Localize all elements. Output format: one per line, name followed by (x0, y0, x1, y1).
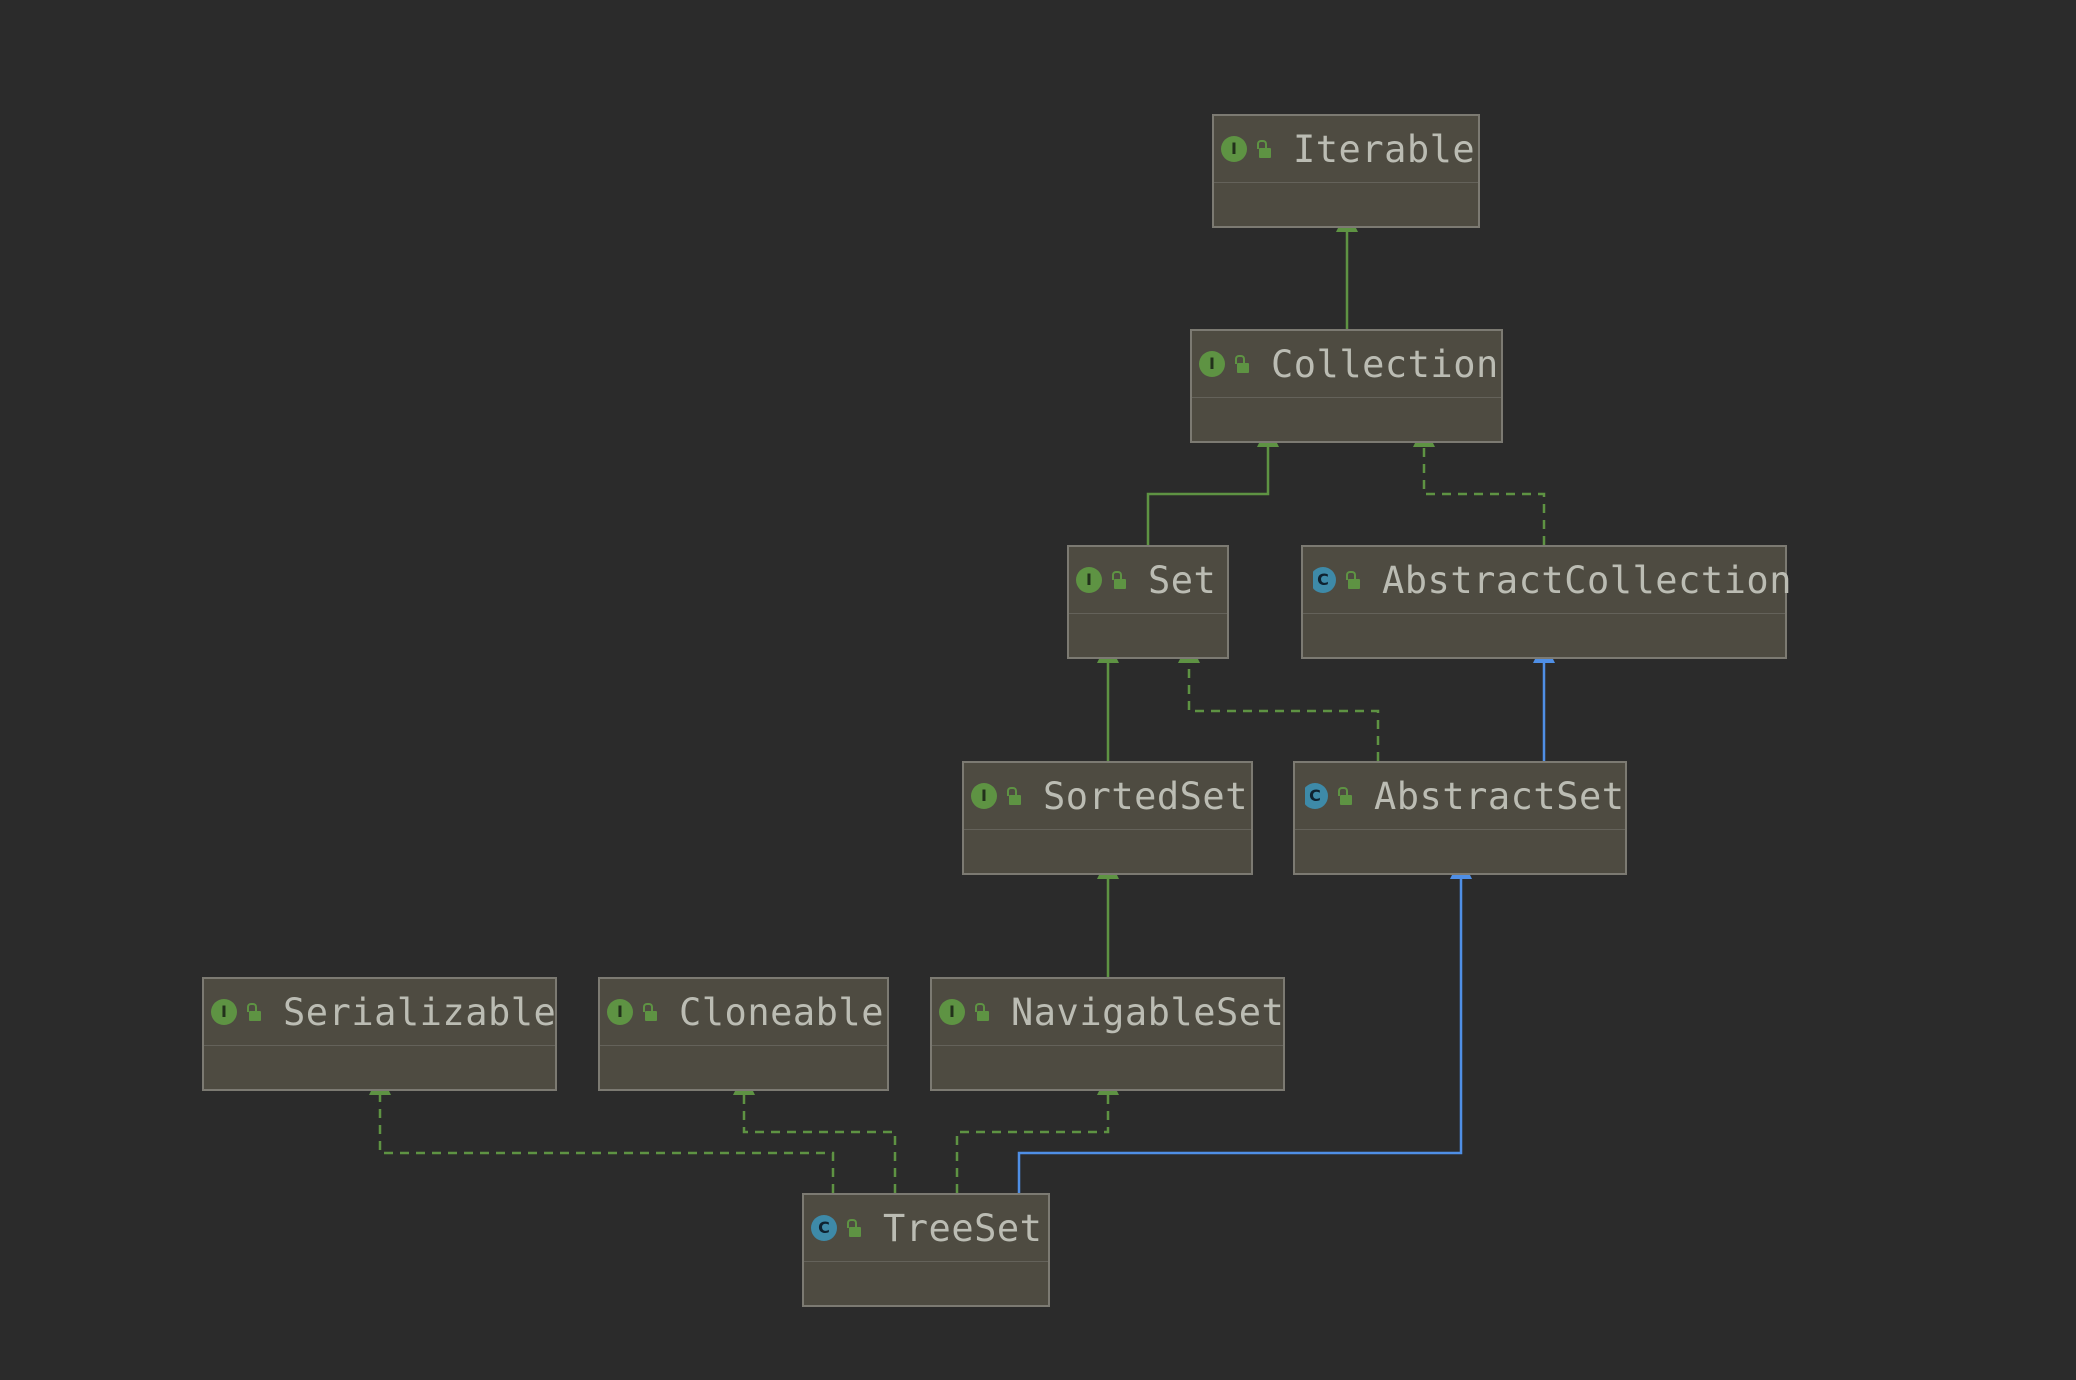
node-name: Serializable (283, 990, 557, 1034)
public-lock-icon (1233, 354, 1251, 374)
node-header: I NavigableSet (932, 979, 1285, 1046)
edge-treeset-to-cloneable (733, 1073, 897, 1193)
node-cloneable[interactable]: I Cloneable (598, 977, 889, 1091)
node-name: Collection (1271, 342, 1499, 386)
node-iterable[interactable]: I Iterable (1212, 114, 1480, 228)
edge-sortedset-to-set (1097, 641, 1119, 761)
node-header: I Set (1069, 547, 1227, 614)
node-header: I Collection (1192, 331, 1501, 398)
edge-line (1422, 447, 1546, 545)
node-abstractcollection[interactable]: C AbstractCollection (1301, 545, 1791, 659)
node-abstractset[interactable]: C AbstractSet (1293, 761, 1627, 875)
interface-icon: I (211, 999, 237, 1025)
node-header: C AbstractCollection (1303, 547, 1791, 614)
class-icon: C (811, 1215, 837, 1241)
node-name: AbstractSet (1374, 774, 1625, 818)
public-lock-icon (1255, 139, 1273, 159)
edge-line (742, 1095, 897, 1193)
edge-line (1146, 447, 1270, 545)
node-header: C TreeSet (804, 1195, 1048, 1262)
abstract-class-icon: C (1301, 783, 1328, 809)
public-lock-icon (1005, 786, 1023, 806)
node-serializable[interactable]: I Serializable (202, 977, 557, 1091)
edge-navigableset-to-sortedset (1097, 857, 1119, 977)
edge-line (955, 1095, 1110, 1193)
public-lock-icon (973, 1002, 991, 1022)
node-name: TreeSet (883, 1206, 1043, 1250)
edge-abstractset-to-set (1178, 641, 1380, 761)
public-lock-icon (1110, 570, 1128, 590)
interface-icon: I (1221, 136, 1247, 162)
public-lock-icon (845, 1218, 863, 1238)
interface-icon: I (1076, 567, 1102, 593)
node-sortedset[interactable]: I SortedSet (962, 761, 1253, 875)
node-header: C AbstractSet (1295, 763, 1625, 830)
public-lock-icon (1336, 786, 1354, 806)
edge-line (378, 1095, 835, 1193)
edge-treeset-to-navigableset (955, 1073, 1119, 1193)
edge-line (1187, 663, 1380, 761)
node-set[interactable]: I Set (1067, 545, 1229, 659)
node-name: SortedSet (1043, 774, 1248, 818)
node-name: Set (1148, 558, 1217, 602)
edges-layer (369, 210, 1555, 1193)
edge-set-to-collection (1146, 425, 1279, 545)
node-header: I Cloneable (600, 979, 887, 1046)
interface-icon: I (971, 783, 997, 809)
edge-abstractset-to-abstractcollection (1533, 641, 1555, 761)
public-lock-icon (641, 1002, 659, 1022)
public-lock-icon (1344, 570, 1362, 590)
node-name: AbstractCollection (1382, 558, 1792, 602)
node-header: I Serializable (204, 979, 557, 1046)
node-header: I Iterable (1214, 116, 1478, 183)
edge-abstractcollection-to-collection (1413, 425, 1546, 545)
interface-icon: I (939, 999, 965, 1025)
node-collection[interactable]: I Collection (1190, 329, 1503, 443)
interface-icon: I (1199, 351, 1225, 377)
interface-icon: I (607, 999, 633, 1025)
node-treeset[interactable]: C TreeSet (802, 1193, 1050, 1307)
abstract-class-icon: C (1309, 567, 1336, 593)
public-lock-icon (245, 1002, 263, 1022)
node-name: Cloneable (679, 990, 884, 1034)
node-name: NavigableSet (1011, 990, 1285, 1034)
node-name: Iterable (1293, 127, 1476, 171)
uml-class-diagram: I Iterable I Collection I Set C Abstract… (0, 0, 2076, 1380)
node-header: I SortedSet (964, 763, 1251, 830)
node-navigableset[interactable]: I NavigableSet (930, 977, 1285, 1091)
